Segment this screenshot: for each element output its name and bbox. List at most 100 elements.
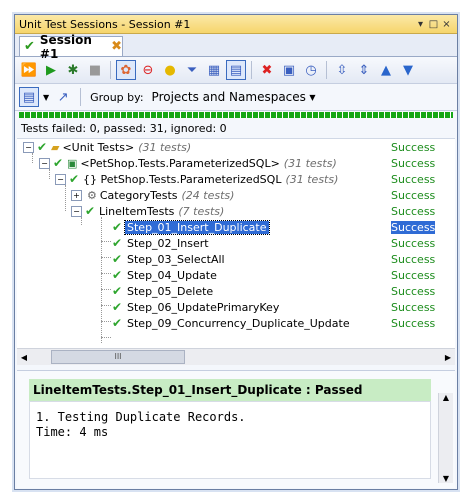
tree-row-result: Success xyxy=(391,172,436,186)
details-output: 1. Testing Duplicate Records. Time: 4 ms xyxy=(29,401,431,479)
project-icon: ▣ xyxy=(67,156,78,170)
tree-row-test[interactable]: ✔ Step_09_Concurrency_Duplicate_Update S… xyxy=(17,315,473,331)
group-by-select[interactable]: Projects and Namespaces ▼ xyxy=(148,88,320,106)
scroll-right-icon[interactable]: ▶ xyxy=(441,353,455,362)
tree-row-result: Success xyxy=(391,284,436,298)
remove-icon[interactable]: ✖ xyxy=(257,60,277,80)
check-icon: ✔ xyxy=(68,172,80,186)
export-icon[interactable]: ▣ xyxy=(279,60,299,80)
folder-icon: ▰ xyxy=(51,140,60,154)
tree-row-result: Success xyxy=(391,156,436,170)
check-icon: ✔ xyxy=(111,220,123,234)
tab-session-1[interactable]: ✔ Session #1 ✖ xyxy=(19,33,123,61)
next-icon[interactable]: ▼ xyxy=(398,60,418,80)
tree-row-test[interactable]: ✔ Step_02_Insert Success xyxy=(17,235,473,251)
tree-row-lineitem-tests[interactable]: − ✔ LineItemTests (7 tests) Success xyxy=(17,203,473,219)
tree-row-label: CategoryTests xyxy=(99,188,178,202)
tree-row-namespace[interactable]: − ✔ {} PetShop.Tests.ParameterizedSQL (3… xyxy=(17,171,473,187)
tree-row-test[interactable]: ✔ Step_01_Insert_Duplicate Success xyxy=(17,219,473,235)
tree-row-result: Success xyxy=(391,316,436,330)
output-line-2: Time: 4 ms xyxy=(36,425,109,439)
check-icon: ✔ xyxy=(111,284,123,298)
check-icon: ✔ xyxy=(24,39,35,54)
maximize-icon[interactable]: □ xyxy=(427,19,440,30)
show-passed-icon[interactable]: ✿ xyxy=(116,60,136,80)
group-by-value: Projects and Namespaces xyxy=(151,90,306,104)
unit-test-sessions-window: Unit Test Sessions - Session #1 ▾ □ × ✔ … xyxy=(14,14,458,490)
history-icon[interactable]: ◷ xyxy=(301,60,321,80)
tree-row-unit-tests[interactable]: − ✔ ▰ <Unit Tests> (31 tests) Success xyxy=(17,139,461,155)
show-ignored-icon[interactable]: ● xyxy=(160,60,180,80)
scroll-left-icon[interactable]: ◀ xyxy=(17,353,31,362)
tree-row-label: <Unit Tests> xyxy=(62,140,135,154)
scroll-thumb[interactable]: III xyxy=(51,350,185,364)
vertical-scrollbar[interactable]: ▲ ▼ xyxy=(438,393,453,483)
tree-row-label: {} PetShop.Tests.ParameterizedSQL xyxy=(83,172,282,186)
tree-row-count: (7 tests) xyxy=(178,204,225,218)
expand-icon[interactable]: + xyxy=(71,189,82,201)
progress-bar xyxy=(19,112,453,118)
separator xyxy=(80,88,82,106)
tree-row-project[interactable]: − ✔ ▣ <PetShop.Tests.ParameterizedSQL> (… xyxy=(17,155,473,171)
collapse-all-icon[interactable]: ⇕ xyxy=(354,60,374,80)
tree-row-result: Success xyxy=(391,188,436,202)
horizontal-scrollbar[interactable]: ◀ III ▶ xyxy=(17,348,455,365)
close-tab-icon[interactable]: ✖ xyxy=(111,39,122,54)
tree-row-category-tests[interactable]: + ⚙ CategoryTests (24 tests) Success xyxy=(17,187,473,203)
tree-row-label: LineItemTests xyxy=(99,204,175,218)
tree-row-label: Step_06_UpdatePrimaryKey xyxy=(127,300,280,314)
view-mode-dropdown-icon[interactable]: ▼ xyxy=(43,93,49,102)
details-title: LineItemTests.Step_01_Insert_Duplicate :… xyxy=(29,379,431,401)
layout-icon[interactable]: ▦ xyxy=(204,60,224,80)
close-icon[interactable]: × xyxy=(440,19,453,30)
test-details-pane: LineItemTests.Step_01_Insert_Duplicate :… xyxy=(17,370,455,488)
check-icon: ✔ xyxy=(111,316,123,330)
check-icon: ✔ xyxy=(111,300,123,314)
stop-icon[interactable]: ■ xyxy=(85,60,105,80)
tree-row-result: Success xyxy=(391,252,436,266)
expand-all-icon[interactable]: ⇳ xyxy=(332,60,352,80)
output-line-1: 1. Testing Duplicate Records. xyxy=(36,410,246,424)
scroll-down-icon[interactable]: ▼ xyxy=(439,474,453,483)
scroll-up-icon[interactable]: ▲ xyxy=(439,393,453,402)
fixture-icon: ⚙ xyxy=(87,188,97,202)
tree-row-count: (31 tests) xyxy=(138,140,192,154)
window-title: Unit Test Sessions - Session #1 xyxy=(19,17,191,31)
chevron-down-icon: ▼ xyxy=(309,92,316,102)
check-icon: ✔ xyxy=(36,140,48,154)
collapse-icon[interactable]: − xyxy=(71,205,82,217)
status-text: Tests failed: 0, passed: 31, ignored: 0 xyxy=(21,122,227,135)
tree-row-label: Step_01_Insert_Duplicate xyxy=(124,219,270,235)
collapse-icon[interactable]: − xyxy=(39,157,50,169)
tree-row-result: Success xyxy=(391,236,436,250)
tree-row-label: Step_04_Update xyxy=(127,268,217,282)
collapse-icon[interactable]: − xyxy=(23,141,34,153)
check-icon: ✔ xyxy=(111,252,123,266)
view-mode-icon[interactable]: ▤ xyxy=(19,87,39,107)
run-all-icon[interactable]: ⏩ xyxy=(19,60,39,80)
dropdown-icon[interactable]: ▾ xyxy=(414,19,427,30)
test-tree[interactable]: − ✔ ▰ <Unit Tests> (31 tests) Success − … xyxy=(17,138,455,349)
tree-row-result: Success xyxy=(391,140,436,154)
tree-row-label: Step_05_Delete xyxy=(127,284,214,298)
check-icon: ✔ xyxy=(52,156,64,170)
filter-icon[interactable]: ⏷ xyxy=(182,60,202,80)
tree-row-test[interactable]: ✔ Step_06_UpdatePrimaryKey Success xyxy=(17,299,473,315)
check-icon: ✔ xyxy=(111,236,123,250)
output-icon[interactable]: ▤ xyxy=(226,60,246,80)
tree-row-test[interactable]: ✔ Step_05_Delete Success xyxy=(17,283,473,299)
tree-row-result: Success xyxy=(391,300,436,314)
debug-icon[interactable]: ✱ xyxy=(63,60,83,80)
tree-row-count: (31 tests) xyxy=(285,172,339,186)
tree-row-test[interactable]: ✔ Step_03_SelectAll Success xyxy=(17,251,473,267)
run-icon[interactable]: ▶ xyxy=(41,60,61,80)
navigate-icon[interactable]: ↗ xyxy=(53,87,73,107)
tree-row-label: Step_09_Concurrency_Duplicate_Update xyxy=(127,316,350,330)
tree-row-result: Success xyxy=(391,268,436,282)
session-tabs: ✔ Session #1 ✖ xyxy=(15,33,457,61)
collapse-icon[interactable]: − xyxy=(55,173,66,185)
show-failed-icon[interactable]: ⊖ xyxy=(138,60,158,80)
tree-row-test[interactable]: ✔ Step_04_Update Success xyxy=(17,267,473,283)
previous-icon[interactable]: ▲ xyxy=(376,60,396,80)
tree-row-result: Success xyxy=(391,204,436,218)
